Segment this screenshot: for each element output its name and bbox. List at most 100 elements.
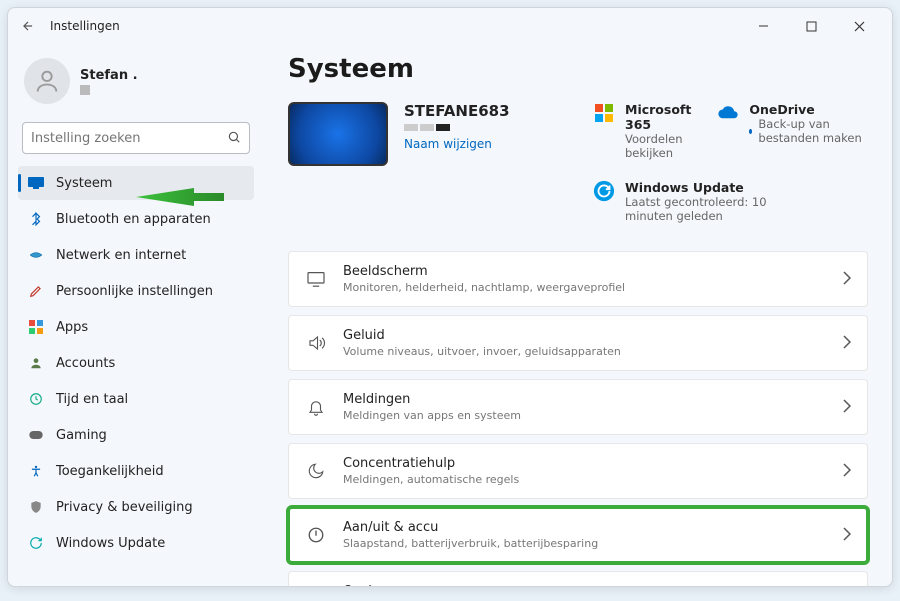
setting-title: Opslag bbox=[343, 584, 827, 586]
setting-sound[interactable]: Geluid Volume niveaus, uitvoer, invoer, g… bbox=[288, 315, 868, 371]
search-input[interactable] bbox=[31, 131, 227, 146]
setting-sub: Slaapstand, batterijverbruik, batterijbe… bbox=[343, 537, 827, 550]
sidebar-item-apps[interactable]: Apps bbox=[18, 310, 254, 344]
titlebar: Instellingen bbox=[8, 8, 892, 44]
sidebar-item-time[interactable]: Tijd en taal bbox=[18, 382, 254, 416]
setting-sub: Monitoren, helderheid, nachtlamp, weerga… bbox=[343, 281, 827, 294]
setting-sub: Meldingen van apps en systeem bbox=[343, 409, 827, 422]
user-profile[interactable]: Stefan . bbox=[18, 54, 254, 118]
sidebar-item-label: Toegankelijkheid bbox=[56, 464, 164, 479]
chevron-right-icon bbox=[843, 462, 851, 481]
window-title: Instellingen bbox=[50, 19, 120, 33]
personalize-icon bbox=[28, 283, 44, 299]
sidebar-item-label: Accounts bbox=[56, 356, 115, 371]
user-status bbox=[80, 85, 90, 95]
bell-icon bbox=[305, 396, 327, 418]
setting-title: Concentratiehulp bbox=[343, 456, 827, 471]
sidebar-item-network[interactable]: Netwerk en internet bbox=[18, 238, 254, 272]
sidebar-item-label: Netwerk en internet bbox=[56, 248, 186, 263]
page-title: Systeem bbox=[288, 54, 868, 84]
settings-list: Beeldscherm Monitoren, helderheid, nachtl… bbox=[288, 251, 868, 586]
sidebar-item-label: Persoonlijke instellingen bbox=[56, 284, 213, 299]
sidebar-item-accessibility[interactable]: Toegankelijkheid bbox=[18, 454, 254, 488]
wu-icon bbox=[593, 180, 615, 202]
setting-sub: Volume niveaus, uitvoer, invoer, geluids… bbox=[343, 345, 827, 358]
apps-icon bbox=[28, 319, 44, 335]
setting-notifications[interactable]: Meldingen Meldingen van apps en systeem bbox=[288, 379, 868, 435]
accounts-icon bbox=[28, 355, 44, 371]
promo-column: Microsoft 365 Voordelen bekijken OneDriv… bbox=[593, 102, 868, 223]
accessibility-icon bbox=[28, 463, 44, 479]
device-thumbnail bbox=[288, 102, 388, 166]
sidebar-item-label: Bluetooth en apparaten bbox=[56, 212, 211, 227]
update-icon bbox=[28, 535, 44, 551]
sidebar-item-gaming[interactable]: Gaming bbox=[18, 418, 254, 452]
settings-window: Instellingen Stefan . bbox=[7, 7, 893, 587]
sidebar-item-bluetooth[interactable]: Bluetooth en apparaten bbox=[18, 202, 254, 236]
sidebar-item-label: Gaming bbox=[56, 428, 107, 443]
setting-display[interactable]: Beeldscherm Monitoren, helderheid, nachtl… bbox=[288, 251, 868, 307]
sidebar-item-privacy[interactable]: Privacy & beveiliging bbox=[18, 490, 254, 524]
sidebar-item-label: Tijd en taal bbox=[56, 392, 128, 407]
gaming-icon bbox=[28, 427, 44, 443]
sidebar-item-label: Privacy & beveiliging bbox=[56, 500, 193, 515]
ms365-sub: Voordelen bekijken bbox=[625, 132, 691, 160]
minimize-button[interactable] bbox=[748, 14, 778, 38]
setting-title: Beeldscherm bbox=[343, 264, 827, 279]
display-icon bbox=[305, 268, 327, 290]
top-info-row: STEFANE683 Naam wijzigen Microsoft 365 bbox=[288, 102, 868, 223]
sidebar-item-accounts[interactable]: Accounts bbox=[18, 346, 254, 380]
setting-title: Meldingen bbox=[343, 392, 827, 407]
search-icon bbox=[227, 129, 241, 148]
close-button[interactable] bbox=[844, 14, 874, 38]
time-icon bbox=[28, 391, 44, 407]
sidebar-item-label: Apps bbox=[56, 320, 88, 335]
chevron-right-icon bbox=[843, 526, 851, 545]
device-info: STEFANE683 Naam wijzigen bbox=[288, 102, 563, 223]
ms365-promo[interactable]: Microsoft 365 Voordelen bekijken bbox=[593, 102, 691, 160]
main-content: Systeem STEFANE683 Naam wijzigen bbox=[264, 44, 892, 586]
windows-update-promo[interactable]: Windows Update Laatst gecontroleerd: 10 … bbox=[593, 180, 868, 223]
back-button[interactable] bbox=[16, 14, 40, 38]
sidebar-item-label: Windows Update bbox=[56, 536, 165, 551]
power-icon bbox=[305, 524, 327, 546]
body: Stefan . Systeem Bluetooth en apparaten bbox=[8, 44, 892, 586]
bluetooth-icon bbox=[28, 211, 44, 227]
setting-focus[interactable]: Concentratiehulp Meldingen, automatische … bbox=[288, 443, 868, 499]
search-box[interactable] bbox=[22, 122, 250, 154]
chevron-right-icon bbox=[843, 270, 851, 289]
rename-link[interactable]: Naam wijzigen bbox=[404, 137, 510, 151]
privacy-icon bbox=[28, 499, 44, 515]
avatar bbox=[24, 58, 70, 104]
sidebar-item-system[interactable]: Systeem bbox=[18, 166, 254, 200]
wu-sub: Laatst gecontroleerd: 10 minuten geleden bbox=[625, 195, 785, 223]
onedrive-icon bbox=[717, 102, 739, 124]
sidebar-item-label: Systeem bbox=[56, 176, 112, 191]
sound-icon bbox=[305, 332, 327, 354]
setting-storage[interactable]: OpslagOpslagruimte, stations, configurat… bbox=[288, 571, 868, 586]
onedrive-title: OneDrive bbox=[749, 102, 868, 117]
user-name: Stefan . bbox=[80, 68, 138, 83]
sidebar-item-update[interactable]: Windows Update bbox=[18, 526, 254, 560]
chevron-right-icon bbox=[843, 398, 851, 417]
onedrive-promo[interactable]: OneDrive Back-up van bestanden maken bbox=[717, 102, 868, 160]
moon-icon bbox=[305, 460, 327, 482]
nav: Systeem Bluetooth en apparaten Netwerk e… bbox=[18, 166, 254, 560]
maximize-button[interactable] bbox=[796, 14, 826, 38]
device-model-placeholder bbox=[404, 124, 510, 131]
window-controls bbox=[748, 14, 884, 38]
sidebar-item-personalize[interactable]: Persoonlijke instellingen bbox=[18, 274, 254, 308]
setting-sub: Meldingen, automatische regels bbox=[343, 473, 827, 486]
setting-title: Aan/uit & accu bbox=[343, 520, 827, 535]
device-name: STEFANE683 bbox=[404, 102, 510, 120]
ms365-icon bbox=[593, 102, 615, 124]
setting-power[interactable]: Aan/uit & accu Slaapstand, batterijverbru… bbox=[288, 507, 868, 563]
wu-title: Windows Update bbox=[625, 180, 785, 195]
network-icon bbox=[28, 247, 44, 263]
ms365-title: Microsoft 365 bbox=[625, 102, 691, 132]
setting-title: Geluid bbox=[343, 328, 827, 343]
sidebar: Stefan . Systeem Bluetooth en apparaten bbox=[8, 44, 264, 586]
system-icon bbox=[28, 175, 44, 191]
chevron-right-icon bbox=[843, 334, 851, 353]
bullet-icon bbox=[749, 129, 752, 134]
